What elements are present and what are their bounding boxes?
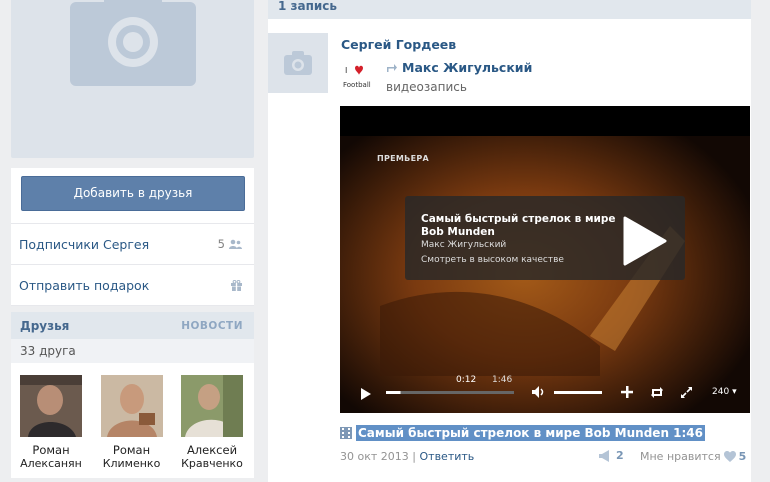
repost-type-label: видеозапись (386, 80, 467, 94)
menu-item-followers[interactable]: Подписчики Сергея 5 (11, 224, 254, 265)
repost-icon (386, 62, 398, 76)
video-title[interactable]: Самый быстрый стрелок в мире Bob Munden (421, 213, 621, 239)
add-friend-button[interactable]: Добавить в друзья (21, 176, 245, 211)
records-count[interactable]: 1 запись (268, 0, 751, 19)
time-current: 0:12 (456, 375, 477, 385)
post-author-avatar[interactable] (268, 33, 328, 93)
play-small-icon[interactable] (360, 387, 372, 401)
add-icon[interactable] (621, 386, 633, 398)
chevron-down-icon: ▾ (732, 387, 737, 397)
quality-selector[interactable]: 240 ▾ (712, 387, 737, 397)
quality-value: 240 (712, 387, 730, 397)
volume-icon[interactable] (531, 385, 547, 399)
volume-slider[interactable] (554, 390, 602, 396)
megaphone-icon (599, 449, 609, 462)
svg-text:Football: Football (343, 81, 371, 89)
friends-news-link[interactable]: НОВОСТИ (181, 320, 243, 332)
followers-count: 5 (217, 237, 225, 251)
football-logo[interactable]: I Football (341, 63, 381, 93)
loop-icon[interactable] (650, 386, 664, 399)
like-count: 5 (738, 450, 747, 463)
heart-icon (723, 451, 736, 462)
friend-first-name: Алексей (186, 443, 238, 457)
play-icon[interactable] (621, 216, 667, 266)
friends-grid: Роман Алексанян Роман Клименко Алексей К… (11, 363, 254, 471)
camera-icon (70, 0, 196, 86)
users-icon (229, 239, 242, 249)
progress-bar[interactable] (386, 390, 514, 396)
premiere-label: ПРЕМЬЕРА (377, 154, 430, 163)
svg-text:I: I (345, 66, 347, 75)
video-link-row: Самый быстрый стрелок в мире Bob Munden … (340, 424, 706, 442)
left-column: Добавить в друзья Подписчики Сергея 5 От… (11, 0, 254, 478)
friend-first-name: Роман (32, 443, 70, 457)
video-info-overlay: Самый быстрый стрелок в мире Bob Munden … (405, 196, 685, 280)
menu-item-send-gift[interactable]: Отправить подарок (11, 265, 254, 306)
time-duration: 1:46 (492, 375, 513, 385)
friends-count[interactable]: 33 друга (11, 339, 254, 363)
video-channel[interactable]: Макс Жигульский (421, 240, 506, 250)
watch-hq-link[interactable]: Смотреть в высоком качестве (421, 255, 564, 265)
friend-avatar (20, 375, 82, 437)
like-label: Мне нравится (640, 450, 721, 463)
share-button[interactable]: 2 (598, 449, 624, 462)
add-friend-block: Добавить в друзья (11, 168, 254, 223)
wall: 1 запись Сергей Гордеев I Football Макс … (268, 0, 751, 482)
menu-item-label: Подписчики Сергея (19, 236, 150, 252)
fullscreen-icon[interactable] (680, 386, 693, 399)
video-title-link[interactable]: Самый быстрый стрелок в мире Bob Munden … (356, 425, 706, 441)
friend-first-name: Роман (112, 443, 151, 457)
video-player[interactable]: ПРЕМЬЕРА Самый быстрый стрелок в мире Bo… (340, 106, 750, 413)
friends-block: Друзья НОВОСТИ 33 друга Роман Алексанян (11, 312, 254, 478)
friend-item[interactable]: Роман Алексанян (20, 375, 82, 471)
friend-item[interactable]: Алексей Кравченко (181, 375, 243, 471)
like-button[interactable]: Мне нравится 5 (640, 450, 746, 463)
film-icon (340, 427, 352, 439)
post-date[interactable]: 30 окт 2013 (340, 450, 409, 463)
reply-link[interactable]: Ответить (420, 450, 475, 463)
post-author-name[interactable]: Сергей Гордеев (341, 37, 456, 52)
friend-item[interactable]: Роман Клименко (100, 375, 163, 471)
friend-last-name: Алексанян (20, 457, 82, 470)
repost-source-link[interactable]: Макс Жигульский (402, 60, 532, 75)
friend-avatar (100, 375, 163, 437)
camera-icon (284, 51, 312, 75)
menu-item-label: Отправить подарок (19, 277, 150, 293)
post-meta: 30 окт 2013 | Ответить (340, 450, 474, 463)
share-count: 2 (616, 449, 624, 462)
friend-avatar (181, 375, 243, 437)
gift-icon (231, 279, 242, 291)
friend-last-name: Клименко (102, 457, 161, 470)
friend-last-name: Кравченко (181, 457, 243, 470)
profile-menu: Подписчики Сергея 5 Отправить подарок (11, 223, 254, 306)
friends-title[interactable]: Друзья (20, 319, 69, 333)
meta-separator: | (412, 450, 416, 463)
profile-photo-placeholder[interactable] (11, 0, 254, 158)
